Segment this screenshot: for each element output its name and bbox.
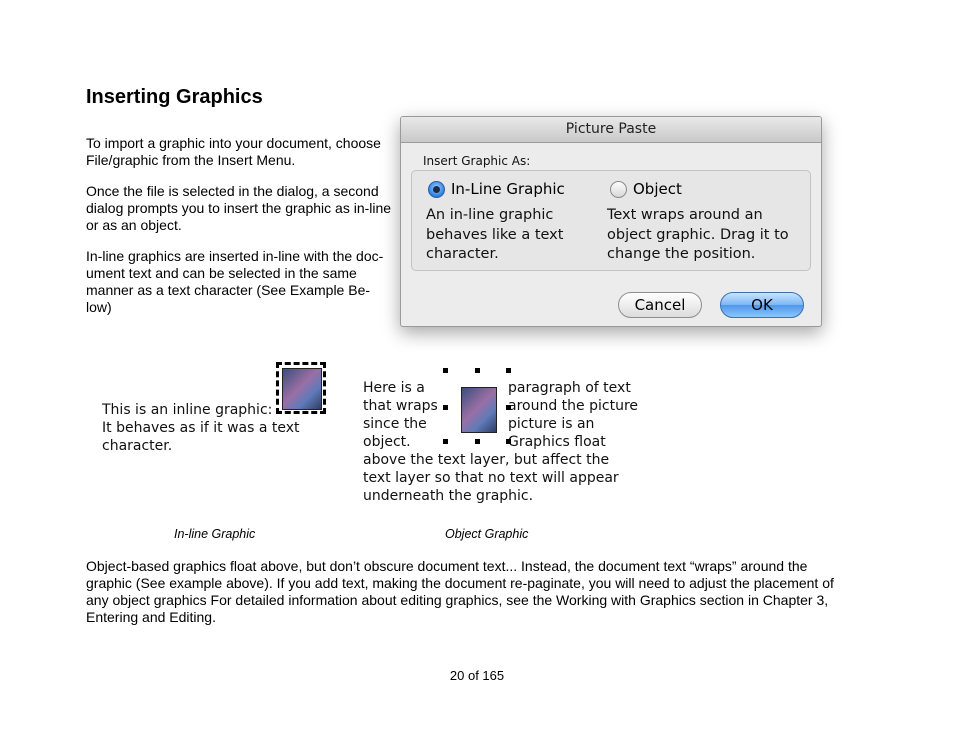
resize-handle-icon[interactable] [475,439,480,444]
text-line: graphic (See example above). If you add … [86,575,834,591]
text-line: manner as a text character (See Example … [86,282,371,298]
text-line: To import a graphic into your document, … [86,135,381,151]
insert-as-label: Insert Graphic As: [423,154,531,168]
text-line: Here is a [363,380,425,396]
radio-unselected-icon[interactable] [610,180,627,198]
object-description: Text wraps around an object graphic. Dra… [607,206,789,265]
object-example-right-text: paragraph of text around the picture pic… [508,379,638,451]
desc-line: behaves like a text [426,226,564,243]
text-line: paragraph of text [508,380,631,396]
inline-graphic-option[interactable]: In-Line Graphic [428,180,565,198]
desc-line: change the position. [607,246,756,262]
resize-handle-icon[interactable] [443,368,448,373]
object-option[interactable]: Object [610,180,682,198]
text-line: around the picture [508,398,638,414]
object-label: Object [633,180,682,198]
insert-as-group: In-Line Graphic Object An in-line graphi… [411,170,811,271]
resize-handle-icon[interactable] [443,439,448,444]
desc-line: object graphic. Drag it to [607,226,789,243]
text-line: since the [363,416,427,432]
text-line: picture is an [508,416,595,432]
resize-handle-icon[interactable] [475,368,480,373]
text-line: File/graphic from the Insert Menu. [86,152,296,168]
object-example-bottom-text: above the text layer, but affect the tex… [363,451,619,505]
text-line: Object-based graphics float above, but d… [86,558,808,574]
text-line: Once the file is selected in the dialog,… [86,183,379,199]
inline-graphic-label: In-Line Graphic [451,180,565,198]
desc-line: Text wraps around an [607,207,763,223]
text-line: In-line graphics are inserted in-line wi… [86,248,384,264]
text-line: dialog prompts you to insert the graphic… [86,200,392,216]
text-line: object. [363,434,411,450]
resize-handle-icon[interactable] [506,368,511,373]
object-graphic-image[interactable] [461,387,497,433]
radio-selected-icon[interactable] [428,180,445,198]
text-line: underneath the graphic. [363,488,534,504]
text-line: that wraps [363,398,438,414]
desc-line: character. [426,246,499,262]
picture-paste-dialog: Picture Paste Insert Graphic As: In-Line… [400,116,822,327]
text-line: Graphics float [508,434,606,450]
page-number: 20 of 165 [449,668,505,683]
text-line: character. [102,438,173,454]
text-line: It behaves as if it was a text [102,420,300,436]
page-title: Inserting Graphics [86,86,263,108]
inline-paragraph: In-line graphics are inserted in-line wi… [86,248,404,316]
inline-graphic-caption: In-line Graphic [174,527,256,541]
text-line: any object graphics For detailed informa… [86,592,829,608]
inline-graphic-description: An in-line graphic behaves like a text c… [426,206,563,265]
text-line: above the text layer, but affect the [363,452,610,468]
resize-handle-icon[interactable] [506,405,511,410]
object-example-left-text: Here is a that wraps since the object. [363,379,438,451]
intro-paragraph: To import a graphic into your document, … [86,135,404,169]
text-line: ument text and can be selected in the sa… [86,265,357,281]
dialog-paragraph: Once the file is selected in the dialog,… [86,183,404,234]
resize-handle-icon[interactable] [443,405,448,410]
cancel-button[interactable]: Cancel [618,292,702,318]
ok-button[interactable]: OK [720,292,804,318]
desc-line: An in-line graphic [426,207,554,223]
resize-handle-icon[interactable] [506,439,511,444]
text-line: text layer so that no text will appear [363,470,619,486]
text-line: low) [86,299,112,315]
dialog-title: Picture Paste [401,117,821,143]
text-line: or as an object. [86,217,182,233]
inline-example-text: This is an inline graphic: It behaves as… [102,401,300,455]
text-line: This is an inline graphic: [102,402,273,418]
text-line: Entering and Editing. [86,609,216,625]
object-graphics-paragraph: Object-based graphics float above, but d… [86,558,886,626]
object-graphic-caption: Object Graphic [445,527,529,541]
